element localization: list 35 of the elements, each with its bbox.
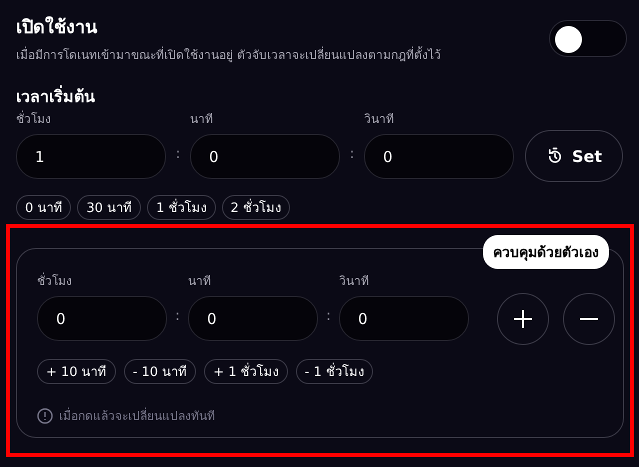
section-badge: ควบคุมด้วยตัวเอง xyxy=(483,235,609,269)
time-input[interactable]: 0 xyxy=(188,296,318,341)
field-label: นาที xyxy=(190,111,214,128)
plus-icon xyxy=(513,309,533,329)
preset-chip[interactable]: 0 นาที xyxy=(16,195,72,220)
field-label: ชั่วโมง xyxy=(37,272,73,290)
colon-separator: : xyxy=(174,307,181,326)
section-title: เปิดใช้งาน xyxy=(16,15,98,40)
toggle-switch[interactable] xyxy=(549,20,627,56)
adjust-chip[interactable]: - 10 นาที xyxy=(124,359,196,384)
preset-chip[interactable]: 2 ชั่วโมง xyxy=(222,195,290,220)
adjust-chip[interactable]: - 1 ชั่วโมง xyxy=(296,359,373,384)
adjust-chip[interactable]: + 1 ชั่วโมง xyxy=(204,359,288,384)
minus-icon xyxy=(579,317,599,321)
info-icon xyxy=(37,408,53,424)
time-input[interactable]: 0 xyxy=(190,134,340,179)
preset-chip[interactable]: 1 ชั่วโมง xyxy=(147,195,216,220)
field-label: นาที xyxy=(188,273,212,290)
colon-separator: : xyxy=(174,145,182,164)
colon-separator: : xyxy=(325,307,332,326)
field-label: วินาที xyxy=(339,273,370,290)
time-input[interactable]: 0 xyxy=(37,296,167,341)
colon-separator: : xyxy=(348,145,356,164)
time-input[interactable]: 1 xyxy=(16,134,166,179)
time-input[interactable]: 0 xyxy=(364,134,514,179)
section-description: เมื่อมีการโดเนทเข้ามาขณะที่เปิดใช้งานอยู่ ตัวจับเวลาจะเปลี่ยนแปลงตามกฎที่ตั้งไว้ xyxy=(16,45,441,64)
add-button[interactable] xyxy=(497,293,549,345)
field-label: วินาที xyxy=(364,111,395,128)
time-input[interactable]: 0 xyxy=(339,296,469,341)
adjust-chip[interactable]: + 10 นาที xyxy=(37,359,116,384)
note-text: เมื่อกดแล้วจะเปลี่ยนแปลงทันที xyxy=(59,406,215,425)
section-title: เวลาเริ่มต้น xyxy=(15,84,96,108)
preset-chip[interactable]: 30 นาที xyxy=(77,195,142,220)
field-label: ชั่วโมง xyxy=(16,110,52,128)
set-button[interactable]: Set xyxy=(525,130,623,182)
